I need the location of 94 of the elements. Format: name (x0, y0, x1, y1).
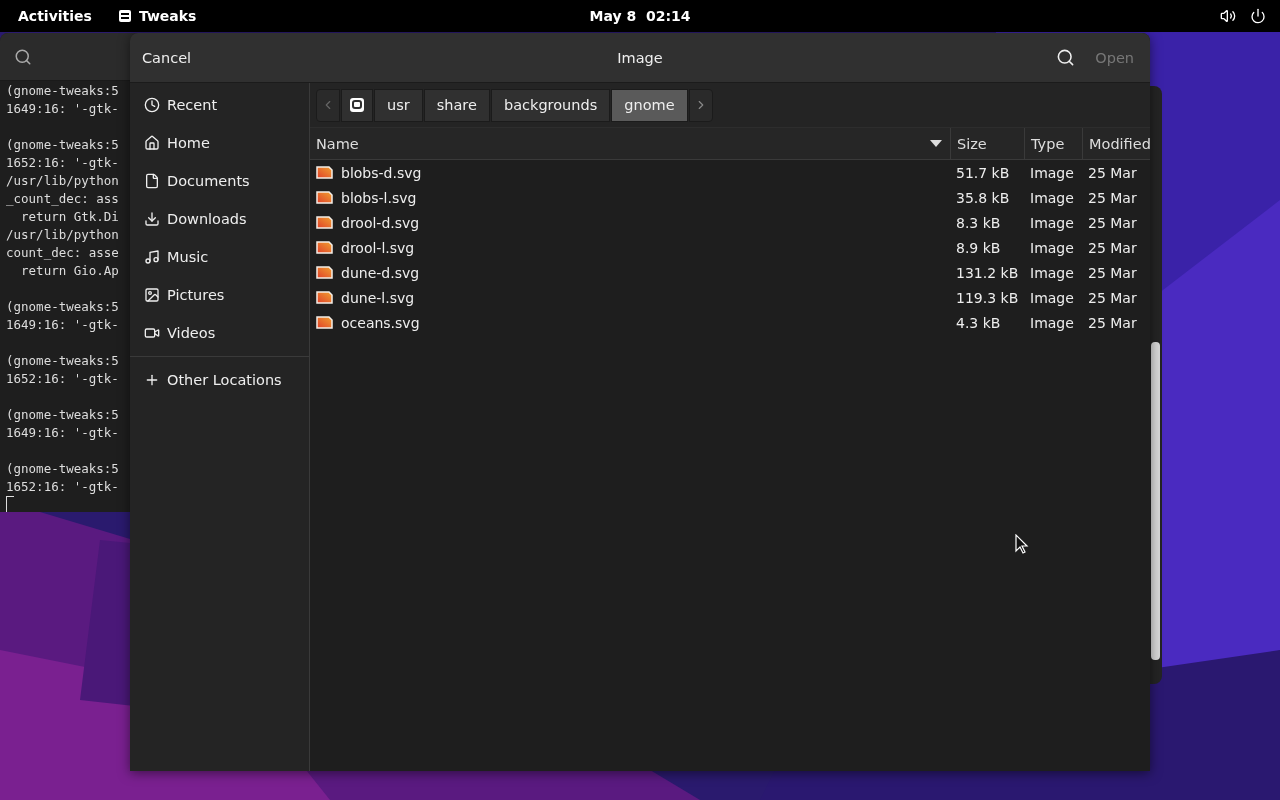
documents-icon (144, 173, 160, 189)
terminal-line: 1652:16: '-gtk- (6, 154, 120, 172)
terminal-line: (gnome-tweaks:5 (6, 406, 120, 424)
activities-button[interactable]: Activities (0, 8, 110, 24)
volume-icon[interactable] (1220, 8, 1236, 24)
terminal-line: 1649:16: '-gtk- (6, 100, 120, 118)
column-header[interactable]: Modified (1082, 128, 1150, 160)
file-name-cell[interactable]: blobs-l.svg (310, 185, 950, 210)
image-file-icon (316, 216, 333, 229)
terminal-line: /usr/lib/python (6, 172, 120, 190)
terminal-line: /usr/lib/python (6, 226, 120, 244)
table-cell-text: 4.3 kB (955, 313, 1002, 333)
table-cell-text: Image (1029, 263, 1075, 283)
terminal-line: 1652:16: '-gtk- (6, 370, 120, 388)
column-label: Name (316, 135, 359, 152)
terminal-line: return Gtk.Di (20, 208, 120, 226)
dialog-title: Image (617, 49, 663, 66)
text-cursor (6, 496, 14, 512)
table-cell-text: Image (1029, 213, 1075, 233)
videos-icon (144, 325, 160, 341)
table-cell-text: 119.3 kB (955, 288, 1020, 308)
pictures-icon (144, 287, 160, 303)
file-name-cell[interactable]: oceans.svg (310, 310, 950, 335)
sidebar-item[interactable]: Videos (130, 314, 309, 352)
sidebar-item[interactable]: Recent (130, 86, 309, 124)
terminal-line: (gnome-tweaks:5 (6, 298, 120, 316)
terminal-line: (gnome-tweaks:5 (6, 82, 120, 100)
table-cell-text: 25 Mar (1087, 213, 1138, 233)
file-name-cell[interactable]: dune-l.svg (310, 285, 950, 310)
terminal-line: count_dec: asse (6, 244, 120, 262)
table-cell-text: 25 Mar (1087, 263, 1138, 283)
column-header[interactable]: Size (950, 128, 1024, 160)
path-segment[interactable]: backgrounds (490, 88, 611, 122)
column-header[interactable]: Name (310, 128, 950, 160)
image-file-icon (316, 166, 333, 179)
plus-icon (144, 372, 160, 388)
file-name-cell[interactable]: drool-l.svg (310, 235, 950, 260)
table-cell-text: Image (1029, 238, 1075, 258)
terminal-line: 1649:16: '-gtk- (6, 316, 120, 334)
terminal-line: _count_dec: ass (6, 190, 120, 208)
file-name-cell[interactable]: drool-d.svg (310, 210, 950, 235)
app-icon (117, 9, 132, 23)
app-menu-button[interactable]: Tweaks (109, 8, 205, 24)
table-cell-text: Image (1029, 288, 1075, 308)
table-cell-text: 25 Mar (1087, 163, 1138, 183)
downloads-icon (144, 211, 160, 227)
table-cell-text: 51.7 kB (955, 163, 1011, 183)
terminal-line: (gnome-tweaks:5 (6, 352, 120, 370)
sidebar-item[interactable]: Other Locations (130, 361, 309, 399)
file-name-cell[interactable]: blobs-d.svg (310, 160, 950, 185)
table-cell-text: 8.9 kB (955, 238, 1002, 258)
image-file-icon (316, 266, 333, 279)
path-segment[interactable] (341, 88, 373, 122)
image-file-icon (316, 241, 333, 254)
path-segment[interactable]: gnome (611, 88, 688, 122)
terminal-line: return Gio.Ap (20, 262, 120, 280)
sidebar-item[interactable]: Pictures (130, 276, 309, 314)
file-name-cell[interactable]: dune-d.svg (310, 260, 950, 285)
table-cell-text: 25 Mar (1087, 313, 1138, 333)
search-icon[interactable] (1056, 48, 1076, 67)
sidebar-item[interactable]: Home (130, 124, 309, 162)
path-segment[interactable]: usr (374, 88, 423, 122)
search-icon[interactable] (14, 47, 32, 66)
image-file-icon (316, 316, 333, 329)
cancel-button[interactable]: Cancel (130, 43, 204, 72)
path-segment[interactable]: share (423, 88, 490, 122)
power-icon[interactable] (1250, 8, 1266, 24)
column-header[interactable]: Type (1024, 128, 1082, 160)
scrollbar-thumb[interactable] (1151, 342, 1160, 660)
image-file-icon (316, 191, 333, 204)
sidebar-item[interactable]: Downloads (130, 200, 309, 238)
table-cell-text: 131.2 kB (955, 263, 1020, 283)
table-cell-text: 25 Mar (1087, 288, 1138, 308)
terminal-line: (gnome-tweaks:5 (6, 460, 120, 478)
recent-icon (144, 97, 160, 113)
table-cell-text: 25 Mar (1087, 238, 1138, 258)
home-icon (144, 135, 160, 151)
terminal-line: 1652:16: '-gtk- (6, 478, 120, 496)
drive-icon (349, 97, 365, 113)
clock[interactable]: May 8 02:14 (589, 8, 691, 24)
mouse-pointer-icon (1015, 534, 1029, 554)
terminal-line: 1649:16: '-gtk- (6, 424, 120, 442)
sort-down-icon (930, 140, 942, 147)
music-icon (144, 249, 160, 265)
terminal-line: (gnome-tweaks:5 (6, 136, 120, 154)
table-cell-text: 25 Mar (1087, 188, 1138, 208)
sidebar-item[interactable]: Music (130, 238, 309, 276)
table-cell-text: Image (1029, 188, 1075, 208)
table-cell-text: 35.8 kB (955, 188, 1011, 208)
table-cell-text: Image (1029, 313, 1075, 333)
image-file-icon (316, 291, 333, 304)
table-cell-text: Image (1029, 163, 1075, 183)
sidebar-item[interactable]: Documents (130, 162, 309, 200)
table-cell-text: 8.3 kB (955, 213, 1002, 233)
